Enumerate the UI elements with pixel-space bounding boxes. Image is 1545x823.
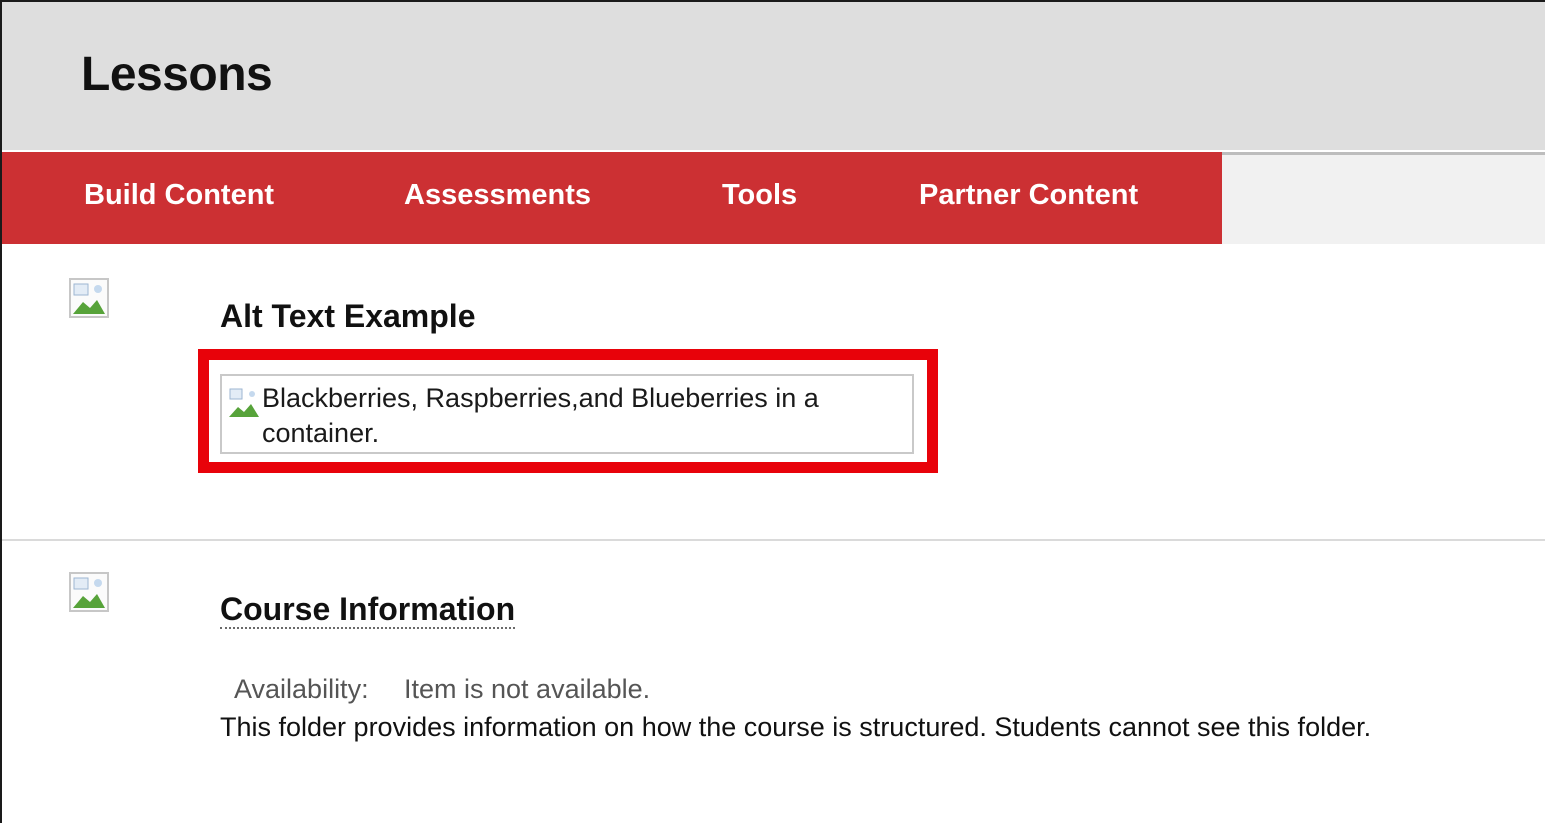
item-title-course-information: Course Information [220, 590, 516, 629]
availability-label: Availability: [234, 674, 369, 704]
tools-button[interactable]: Tools [722, 178, 797, 213]
broken-image-placeholder: Blackberries, Raspberries,and Blueberrie… [220, 374, 914, 454]
broken-image-icon [69, 572, 109, 612]
toolbar-empty-area [1222, 152, 1545, 244]
page-header: Lessons [2, 2, 1545, 150]
partner-content-button[interactable]: Partner Content [919, 178, 1138, 213]
page-title: Lessons [81, 48, 273, 101]
item-divider [2, 539, 1545, 541]
course-information-link[interactable]: Course Information [220, 591, 516, 629]
item-description: This folder provides information on how … [220, 712, 1372, 742]
item-title-alt-text-example: Alt Text Example [220, 298, 476, 334]
assessments-button[interactable]: Assessments [404, 178, 591, 213]
image-alt-text: Blackberries, Raspberries,and Blueberrie… [262, 383, 819, 448]
broken-image-icon [69, 278, 109, 318]
build-content-button[interactable]: Build Content [84, 178, 274, 213]
broken-image-icon [228, 386, 260, 418]
lessons-page: Lessons Build Content Assessments Tools … [0, 0, 1545, 823]
availability-value: Item is not available. [404, 674, 651, 704]
